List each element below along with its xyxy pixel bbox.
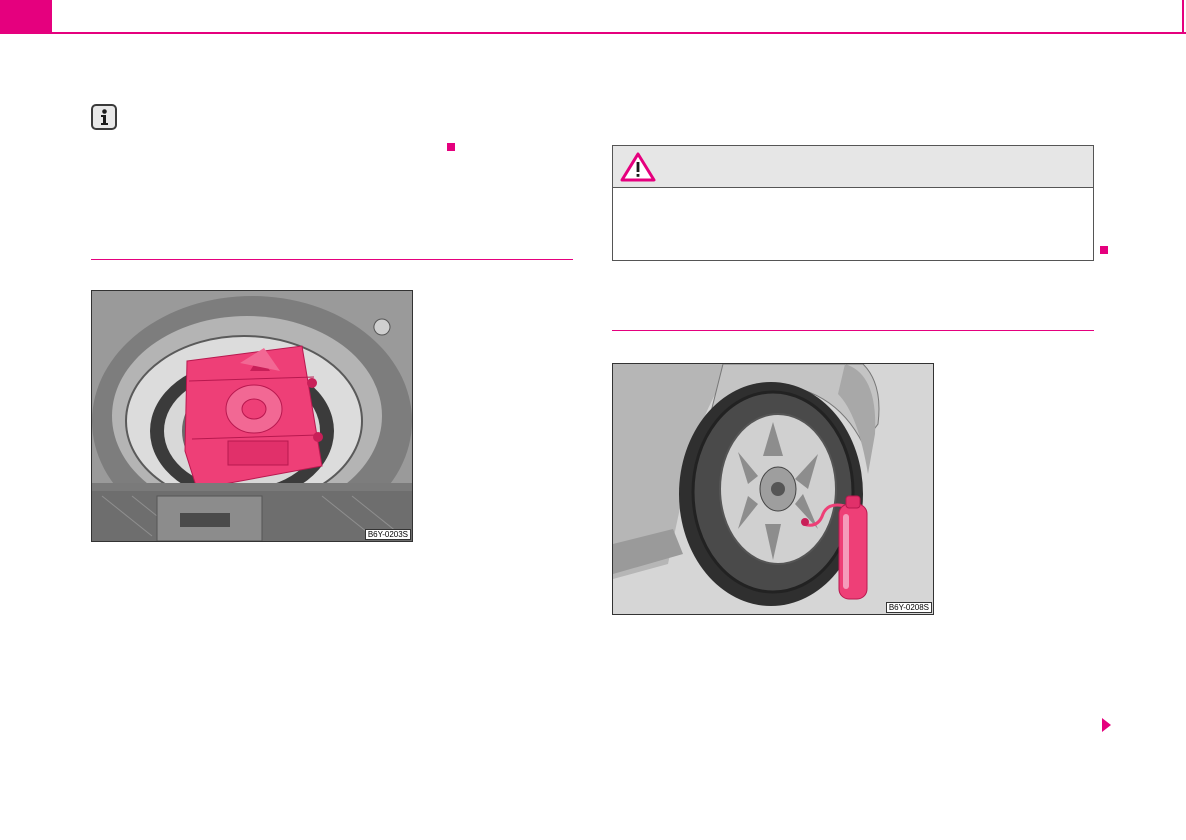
- section-divider-left: [91, 259, 573, 260]
- section-divider-right: [612, 330, 1094, 331]
- figure-code: B6Y-0208S: [885, 602, 932, 613]
- figure-code: B6Y-0203S: [364, 529, 411, 540]
- section-end-marker: [447, 143, 455, 151]
- header-edge-mark: [1182, 0, 1184, 34]
- figure-tyre-sealant: B6Y-0208S: [612, 363, 934, 615]
- warning-box: [612, 145, 1094, 261]
- figure-spare-wheel-well: B6Y-0203S: [91, 290, 413, 542]
- section-end-marker: [1100, 246, 1108, 254]
- warning-triangle-icon: [620, 152, 656, 182]
- continue-arrow-icon: [1102, 718, 1111, 732]
- page-number-tab: [0, 0, 52, 34]
- info-icon: [91, 104, 117, 130]
- warning-header: [613, 146, 1093, 188]
- header-rule: [0, 32, 1186, 34]
